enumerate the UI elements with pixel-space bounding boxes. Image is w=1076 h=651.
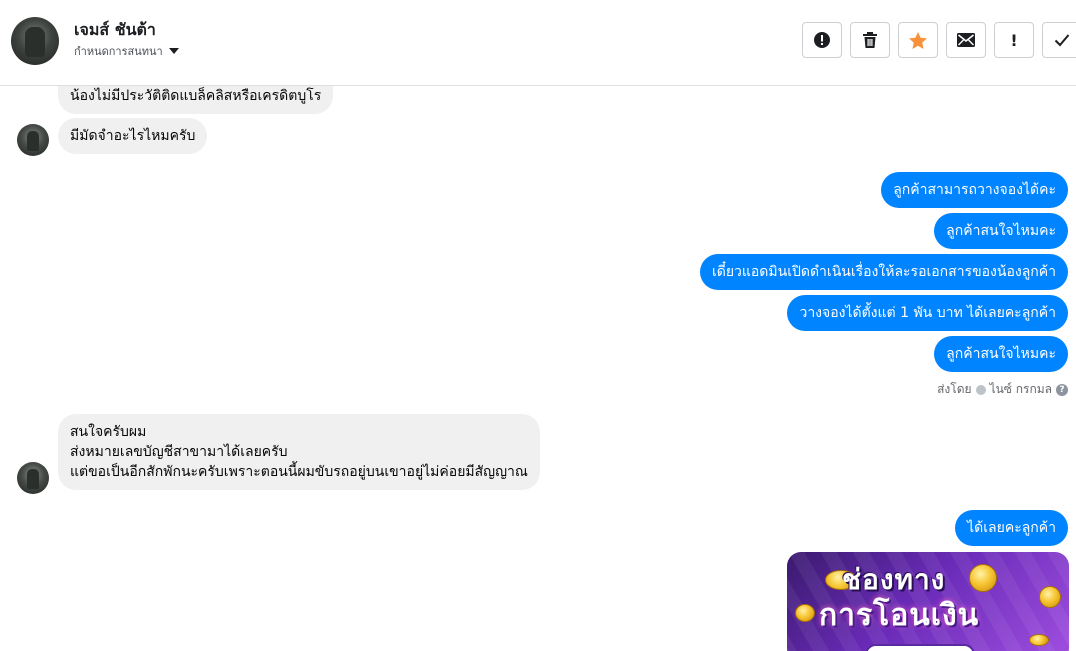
sent-by-prefix: ส่งโดย <box>937 382 972 396</box>
caret-down-icon <box>168 48 179 54</box>
sent-by-label: ส่งโดย ไนซ์ กรกมล ? <box>937 380 1068 399</box>
incoming-message[interactable]: มีมัดจำอะไรไหมครับ <box>58 118 208 154</box>
incoming-message[interactable]: สนใจครับผม ส่งหมายเลขบัญชีสาขามาได้เลยคร… <box>58 414 540 490</box>
contact-name[interactable]: เจมส์ ชันต้า <box>74 18 156 43</box>
exclamation-icon: ! <box>1010 30 1018 50</box>
outgoing-message[interactable]: ลูกค้าสามารถวางจองได้คะ <box>881 172 1068 208</box>
message-line: ส่งหมายเลขบัญชีสาขามาได้เลยครับ <box>70 444 288 460</box>
gold-coin-image <box>1039 586 1061 608</box>
incoming-message[interactable]: น้องไม่มีประวัติติดแบล็คลิสหรือเครดิตบูโ… <box>58 86 334 114</box>
trash-icon <box>863 32 877 48</box>
contact-avatar[interactable] <box>11 17 59 65</box>
outgoing-message[interactable]: เดี๋ยวแอดมินเปิดดำเนินเรื่องให้ละรอเอกสา… <box>699 254 1068 290</box>
promo-banner-bar <box>865 644 975 651</box>
gold-coin-image <box>969 564 997 592</box>
conversation-schedule-label: กำหนดการสนทนา <box>74 45 163 58</box>
spam-button[interactable] <box>802 22 842 58</box>
conversation-header: เจมส์ ชันต้า กำหนดการสนทนา ! <box>0 0 1076 86</box>
envelope-icon <box>957 33 975 47</box>
conversation-schedule-dropdown[interactable]: กำหนดการสนทนา <box>74 42 179 60</box>
done-button[interactable] <box>1042 22 1076 58</box>
transfer-channel-image[interactable]: ช่องทาง การโอนเงิน <box>787 552 1069 651</box>
delete-button[interactable] <box>850 22 890 58</box>
check-icon <box>1054 34 1070 47</box>
message-line: สนใจครับผม <box>70 424 147 440</box>
help-icon[interactable]: ? <box>1056 383 1068 396</box>
promo-title-line2: การโอนเงิน <box>819 598 980 633</box>
star-icon <box>909 31 927 49</box>
gold-coin-image <box>1029 634 1049 646</box>
outgoing-message[interactable]: วางจองได้ตั้งแต่ 1 พัน บาท ได้เลยคะลูกค้… <box>787 295 1068 331</box>
alert-circle-icon <box>814 32 830 48</box>
contact-avatar-small[interactable] <box>17 124 49 156</box>
outgoing-message[interactable]: ได้เลยคะลูกค้า <box>955 510 1068 546</box>
message-line: แต่ขอเป็นอีกสักพักนะครับเพราะตอนนี้ผมขับ… <box>70 464 528 480</box>
mark-unread-button[interactable] <box>946 22 986 58</box>
outgoing-message[interactable]: ลูกค้าสนใจไหมคะ <box>934 336 1068 372</box>
contact-avatar-small[interactable] <box>17 462 49 494</box>
message-thread[interactable]: น้องไม่มีประวัติติดแบล็คลิสหรือเครดิตบูโ… <box>0 86 1076 651</box>
star-button[interactable] <box>898 22 938 58</box>
gold-coin-image <box>795 604 815 622</box>
toolbar: ! <box>802 22 1076 58</box>
outgoing-message[interactable]: ลูกค้าสนใจไหมคะ <box>934 213 1068 249</box>
follow-up-button[interactable]: ! <box>994 22 1034 58</box>
verified-dot-icon <box>975 384 986 395</box>
sent-by-agent: ไนซ์ กรกมล <box>989 382 1052 396</box>
